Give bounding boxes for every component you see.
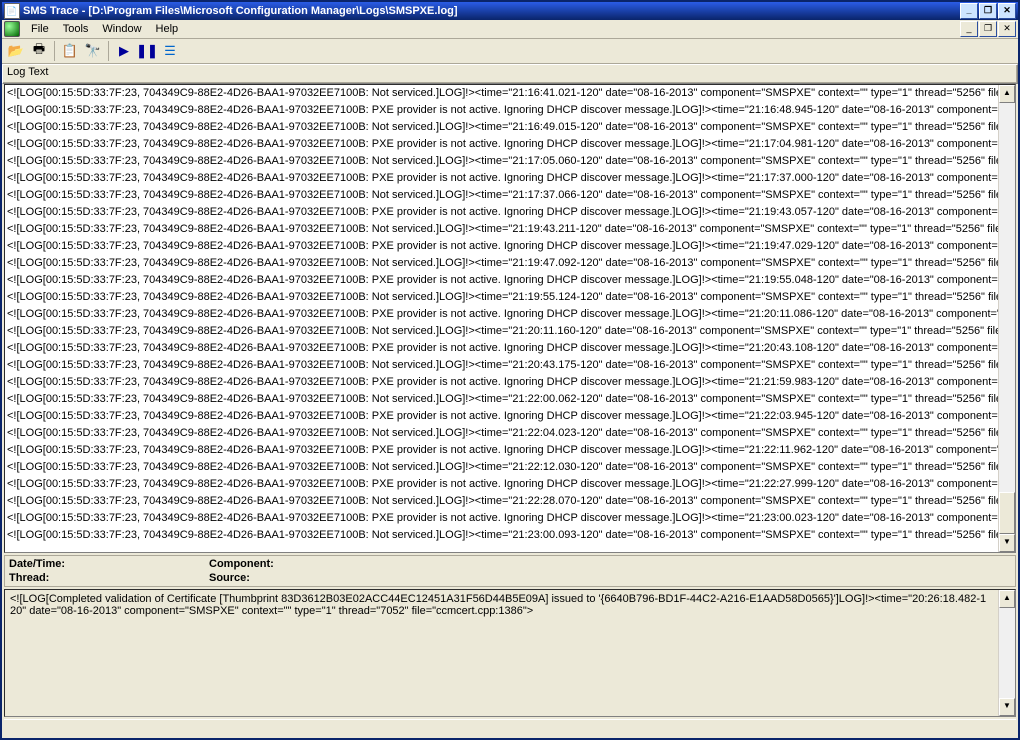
log-line[interactable]: <![LOG[00:15:5D:33:7F:23, 704349C9-88E2-… (7, 289, 1013, 306)
detail-pane[interactable]: <![LOG[Completed validation of Certifica… (4, 589, 1016, 717)
log-column-header[interactable]: Log Text (2, 64, 1018, 84)
window-title: SMS Trace - [D:\Program Files\Microsoft … (23, 5, 960, 17)
pause-icon: ❚❚ (136, 43, 158, 59)
find-button[interactable]: 🔭 (82, 40, 104, 62)
print-icon: 🖶 (33, 40, 45, 62)
source-label: Source: (209, 572, 1011, 584)
toolbar: 📂 🖶 📋 🔭 ▶ ❚❚ ☰ (2, 39, 1018, 64)
play-button[interactable]: ▶ (113, 40, 135, 62)
vertical-scrollbar[interactable]: ▲ ▼ (998, 85, 1015, 552)
scroll-down-button[interactable]: ▼ (999, 698, 1015, 716)
log-line[interactable]: <![LOG[00:15:5D:33:7F:23, 704349C9-88E2-… (7, 238, 1013, 255)
toolbar-divider (108, 41, 109, 61)
menu-window[interactable]: Window (95, 22, 148, 36)
log-line[interactable]: <![LOG[00:15:5D:33:7F:23, 704349C9-88E2-… (7, 391, 1013, 408)
info-bar: Date/Time: Component: Thread: Source: (4, 555, 1016, 587)
log-line[interactable]: <![LOG[00:15:5D:33:7F:23, 704349C9-88E2-… (7, 442, 1013, 459)
status-bar (4, 719, 1016, 738)
log-line[interactable]: <![LOG[00:15:5D:33:7F:23, 704349C9-88E2-… (7, 255, 1013, 272)
scroll-track[interactable] (999, 608, 1015, 698)
scroll-up-button[interactable]: ▲ (999, 590, 1015, 608)
log-line[interactable]: <![LOG[00:15:5D:33:7F:23, 704349C9-88E2-… (7, 357, 1013, 374)
log-line[interactable]: <![LOG[00:15:5D:33:7F:23, 704349C9-88E2-… (7, 374, 1013, 391)
log-line[interactable]: <![LOG[00:15:5D:33:7F:23, 704349C9-88E2-… (7, 136, 1013, 153)
mdi-restore-button[interactable]: ❐ (979, 21, 997, 37)
thread-label: Thread: (9, 572, 209, 584)
log-line[interactable]: <![LOG[00:15:5D:33:7F:23, 704349C9-88E2-… (7, 306, 1013, 323)
open-button[interactable]: 📂 (5, 40, 27, 62)
scroll-track[interactable] (999, 103, 1015, 534)
log-line[interactable]: <![LOG[00:15:5D:33:7F:23, 704349C9-88E2-… (7, 272, 1013, 289)
log-line[interactable]: <![LOG[00:15:5D:33:7F:23, 704349C9-88E2-… (7, 221, 1013, 238)
play-icon: ▶ (119, 43, 129, 59)
pause-button[interactable]: ❚❚ (136, 40, 158, 62)
log-line[interactable]: <![LOG[00:15:5D:33:7F:23, 704349C9-88E2-… (7, 340, 1013, 357)
print-button[interactable]: 🖶 (28, 40, 50, 62)
log-pane[interactable]: <![LOG[00:15:5D:33:7F:23, 704349C9-88E2-… (4, 84, 1016, 553)
log-lines-container: <![LOG[00:15:5D:33:7F:23, 704349C9-88E2-… (5, 85, 1015, 544)
log-line[interactable]: <![LOG[00:15:5D:33:7F:23, 704349C9-88E2-… (7, 408, 1013, 425)
log-line[interactable]: <![LOG[00:15:5D:33:7F:23, 704349C9-88E2-… (7, 459, 1013, 476)
datetime-label: Date/Time: (9, 558, 209, 570)
log-line[interactable]: <![LOG[00:15:5D:33:7F:23, 704349C9-88E2-… (7, 85, 1013, 102)
component-label: Component: (209, 558, 1011, 570)
detail-vertical-scrollbar[interactable]: ▲ ▼ (998, 590, 1015, 716)
menu-file[interactable]: File (24, 22, 56, 36)
scroll-down-button[interactable]: ▼ (999, 534, 1015, 552)
log-line[interactable]: <![LOG[00:15:5D:33:7F:23, 704349C9-88E2-… (7, 510, 1013, 527)
mdi-close-button[interactable]: ✕ (998, 21, 1016, 37)
log-line[interactable]: <![LOG[00:15:5D:33:7F:23, 704349C9-88E2-… (7, 204, 1013, 221)
log-line[interactable]: <![LOG[00:15:5D:33:7F:23, 704349C9-88E2-… (7, 187, 1013, 204)
menu-bar: File Tools Window Help _ ❐ ✕ (2, 20, 1018, 39)
scroll-thumb[interactable] (999, 492, 1015, 534)
log-line[interactable]: <![LOG[00:15:5D:33:7F:23, 704349C9-88E2-… (7, 170, 1013, 187)
log-line[interactable]: <![LOG[00:15:5D:33:7F:23, 704349C9-88E2-… (7, 119, 1013, 136)
restore-button[interactable]: ❐ (979, 3, 997, 19)
menu-tools[interactable]: Tools (56, 22, 96, 36)
doc-icon (4, 21, 20, 37)
log-line[interactable]: <![LOG[00:15:5D:33:7F:23, 704349C9-88E2-… (7, 476, 1013, 493)
mdi-minimize-button[interactable]: _ (960, 21, 978, 37)
titlebar[interactable]: 📄 SMS Trace - [D:\Program Files\Microsof… (2, 2, 1018, 20)
close-button[interactable]: ✕ (998, 3, 1016, 19)
detail-text: <![LOG[Completed validation of Certifica… (10, 593, 1010, 617)
menu-help[interactable]: Help (149, 22, 186, 36)
copy-icon: 📋 (62, 43, 78, 59)
folder-open-icon: 📂 (8, 43, 24, 59)
list-icon: ☰ (164, 43, 176, 59)
log-line[interactable]: <![LOG[00:15:5D:33:7F:23, 704349C9-88E2-… (7, 323, 1013, 340)
toolbar-divider (54, 41, 55, 61)
log-line[interactable]: <![LOG[00:15:5D:33:7F:23, 704349C9-88E2-… (7, 425, 1013, 442)
app-icon: 📄 (4, 3, 20, 19)
log-line[interactable]: <![LOG[00:15:5D:33:7F:23, 704349C9-88E2-… (7, 153, 1013, 170)
app-window: 📄 SMS Trace - [D:\Program Files\Microsof… (0, 0, 1020, 740)
minimize-button[interactable]: _ (960, 3, 978, 19)
log-line[interactable]: <![LOG[00:15:5D:33:7F:23, 704349C9-88E2-… (7, 102, 1013, 119)
log-line[interactable]: <![LOG[00:15:5D:33:7F:23, 704349C9-88E2-… (7, 493, 1013, 510)
list-view-button[interactable]: ☰ (159, 40, 181, 62)
binoculars-icon: 🔭 (85, 43, 101, 59)
scroll-up-button[interactable]: ▲ (999, 85, 1015, 103)
log-line[interactable]: <![LOG[00:15:5D:33:7F:23, 704349C9-88E2-… (7, 527, 1013, 544)
copy-button[interactable]: 📋 (59, 40, 81, 62)
